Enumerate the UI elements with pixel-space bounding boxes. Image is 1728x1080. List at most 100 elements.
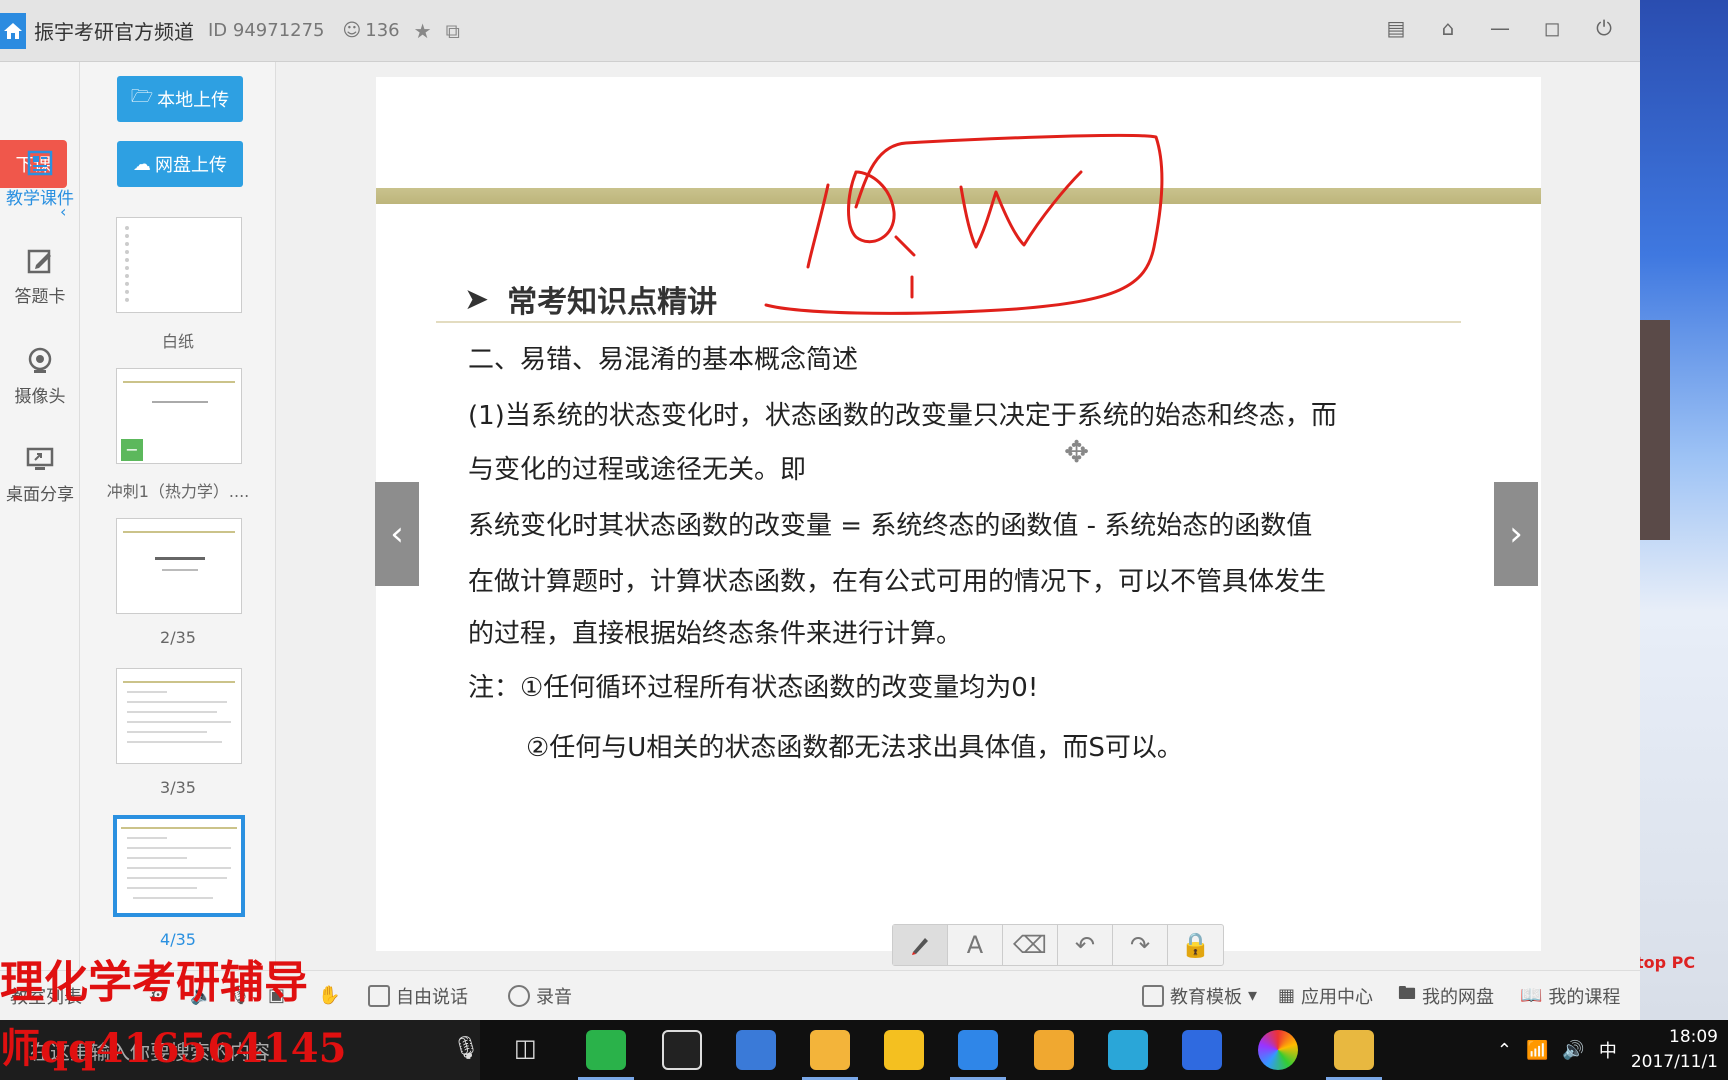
arrow-bullet-icon: ➤: [464, 281, 490, 317]
wechat-icon[interactable]: [578, 1030, 634, 1080]
person-icon: ☺: [342, 20, 362, 41]
cloud-upload-button[interactable]: ☁ 网盘上传: [117, 141, 243, 187]
current-slide: ➤ 常考知识点精讲 二、易错、易混淆的基本概念简述 (1)当系统的状态变化时，状…: [376, 77, 1541, 966]
thumbnail-label: 冲刺1（热力学）....: [106, 482, 250, 501]
cloud-upload-icon: ☁: [133, 153, 151, 175]
qq-icon[interactable]: [662, 1030, 702, 1070]
thumbnail-text: [127, 721, 231, 723]
slide-title-rule: [436, 321, 1461, 323]
thumbnail-text: [152, 401, 208, 403]
pen-tool-icon[interactable]: [893, 925, 948, 965]
previous-slide-button[interactable]: ‹: [375, 482, 419, 586]
ime-indicator[interactable]: 中: [1599, 1037, 1617, 1063]
thumbnail-text: [127, 847, 231, 849]
folder-upload-icon: 🗁: [130, 86, 154, 107]
skin-icon[interactable]: ⌂: [1436, 16, 1460, 40]
thumbnail-band: [121, 827, 237, 829]
viewer-count-value: 136: [365, 20, 400, 41]
undo-icon[interactable]: ↶: [1058, 925, 1113, 965]
star-icon[interactable]: ★: [414, 19, 432, 43]
slide-line: ②任何与U相关的状态函数都无法求出具体值，而S可以。: [526, 733, 1183, 763]
thumbnail-remove-icon[interactable]: −: [121, 439, 143, 461]
presentation-stage: ➤ 常考知识点精讲 二、易错、易混淆的基本概念简述 (1)当系统的状态变化时，状…: [276, 62, 1640, 970]
slide-line: 的过程，直接根据始终态条件来进行计算。: [468, 619, 963, 649]
edu-template-button[interactable]: 教育模板 ▾: [1142, 983, 1257, 1009]
browser-app-icon[interactable]: [884, 1030, 924, 1070]
viewer-count: ☺ 136: [343, 20, 400, 41]
system-tray: ⌃ 📶 🔊 中 18:09 2017/11/1: [1497, 1020, 1718, 1080]
hand-icon[interactable]: ✋: [318, 985, 340, 1006]
shopping-bag-icon[interactable]: [1034, 1030, 1074, 1070]
task-view-icon[interactable]: ◫: [514, 1034, 537, 1062]
record-button[interactable]: 录音: [508, 983, 572, 1009]
classroom-window: 振宇考研官方频道 ID 94971275 ☺ 136 ★ ⧉ ▤ ⌂ — ◻ ⏻…: [0, 0, 1640, 1020]
left-rail: 下课 ‹ 教学课件 答题卡 摄像头 桌面分享: [0, 62, 80, 970]
slide-line: (1)当系统的状态变化时，状态函数的改变量只决定于系统的始态和终态，而: [468, 401, 1337, 431]
camera-icon: [25, 346, 55, 376]
rail-item-screen-share[interactable]: 桌面分享: [0, 444, 80, 505]
thumbnail-band: [123, 381, 235, 383]
minimize-button[interactable]: —: [1488, 16, 1512, 40]
next-slide-button[interactable]: ›: [1494, 482, 1538, 586]
app-center-button[interactable]: ▦ 应用中心: [1278, 983, 1373, 1009]
rail-item-answer-card[interactable]: 答题卡: [0, 246, 80, 307]
rail-label: 摄像头: [14, 387, 66, 407]
clock[interactable]: 18:09 2017/11/1: [1631, 1025, 1718, 1075]
my-cloud-button[interactable]: 🖿 我的网盘: [1398, 981, 1494, 1011]
text-tool-icon[interactable]: A: [948, 925, 1003, 965]
desktop-partial-text: top PC: [1636, 953, 1696, 972]
microphone-icon[interactable]: 🎙: [452, 1036, 480, 1061]
free-talk-button[interactable]: 自由说话: [368, 983, 468, 1009]
color-wheel-icon[interactable]: [1258, 1030, 1298, 1070]
local-upload-button[interactable]: 🗁 本地上传: [117, 76, 243, 122]
slide-thumbnail-2[interactable]: [116, 518, 242, 614]
slide-thumbnail-blank[interactable]: [116, 217, 242, 313]
flower-app-icon[interactable]: [1108, 1030, 1148, 1070]
courseware-icon: [25, 148, 55, 178]
rail-label: 教学课件: [6, 189, 74, 209]
network-icon[interactable]: 📶: [1526, 1040, 1548, 1061]
clock-date: 2017/11/1: [1630, 1052, 1718, 1072]
redo-icon[interactable]: ↷: [1113, 925, 1168, 965]
thumbnail-text: [127, 711, 217, 713]
chevron-down-icon: ▾: [1248, 985, 1258, 1006]
notes-icon[interactable]: ▤: [1384, 16, 1408, 40]
slide-line: 二、易错、易混淆的基本概念简述: [468, 345, 859, 375]
app-center-label: 应用中心: [1301, 986, 1374, 1008]
title-bar: 振宇考研官方频道 ID 94971275 ☺ 136 ★ ⧉ ▤ ⌂ — ◻ ⏻: [0, 0, 1640, 62]
classroom-app-icon[interactable]: [802, 1030, 858, 1080]
thumbnail-text: [127, 857, 187, 859]
channel-title: 振宇考研官方频道: [34, 20, 194, 44]
thumbnail-text: [127, 867, 231, 869]
power-button[interactable]: ⏻: [1592, 16, 1616, 40]
thumbnail-text: [162, 569, 198, 571]
watermark-line1: 理化学考研辅导: [0, 957, 308, 1008]
volume-icon[interactable]: 🔊: [1562, 1040, 1584, 1061]
rail-item-camera[interactable]: 摄像头: [0, 346, 80, 407]
slide-thumbnail-4-active[interactable]: [113, 815, 245, 917]
sigma-app-icon[interactable]: [1182, 1030, 1222, 1070]
thumbnail-label: 白纸: [161, 332, 194, 351]
lock-icon[interactable]: 🔒: [1168, 925, 1223, 965]
thumbnail-band: [123, 531, 235, 533]
slide-thumbnail-3[interactable]: [116, 668, 242, 764]
clock-time: 18:09: [1669, 1027, 1718, 1047]
home-icon[interactable]: [0, 12, 26, 49]
free-talk-label: 自由说话: [396, 986, 468, 1008]
eraser-tool-icon[interactable]: ⌫: [1003, 925, 1058, 965]
thumbnail-text: [127, 837, 167, 839]
my-cloud-label: 我的网盘: [1422, 986, 1494, 1008]
mail-app-icon[interactable]: [736, 1030, 776, 1070]
grid-icon: ▦: [1278, 985, 1296, 1006]
cloud-upload-label: 网盘上传: [155, 155, 227, 176]
thumbnail-label: 2/35: [160, 628, 196, 647]
slide-line: 注：①任何循环过程所有状态函数的改变量均为0!: [468, 673, 1039, 703]
rail-item-courseware[interactable]: 教学课件: [0, 148, 80, 209]
chevron-up-icon[interactable]: ⌃: [1497, 1040, 1512, 1061]
file-explorer-icon[interactable]: [1326, 1030, 1382, 1080]
cloud-sync-icon[interactable]: [950, 1030, 1006, 1080]
share-link-icon[interactable]: ⧉: [446, 19, 460, 43]
my-course-button[interactable]: 📖 我的课程: [1520, 983, 1620, 1009]
maximize-button[interactable]: ◻: [1540, 16, 1564, 40]
slide-thumbnail-1[interactable]: −: [116, 368, 242, 464]
